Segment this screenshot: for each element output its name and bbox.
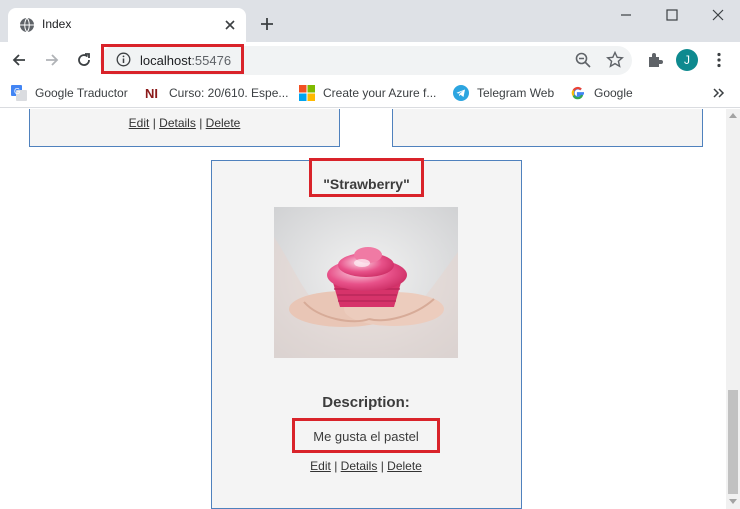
bookmark-label: Google Traductor — [35, 86, 128, 100]
avatar[interactable]: J — [676, 49, 698, 71]
bookmark-label: Create your Azure f... — [323, 86, 437, 100]
bookmark-label: Google — [594, 86, 633, 100]
extensions-icon[interactable] — [646, 51, 664, 69]
bookmark-google[interactable]: Google — [570, 85, 633, 101]
bookmark-star-icon[interactable] — [606, 51, 624, 69]
details-link[interactable]: Details — [341, 459, 378, 473]
reload-icon[interactable] — [75, 51, 93, 69]
bookmark-telegram[interactable]: Telegram Web — [453, 85, 554, 101]
new-tab-icon[interactable] — [259, 16, 275, 32]
tab-index[interactable]: Index — [8, 8, 246, 42]
link-separator: | — [334, 459, 338, 473]
description-label: Description: — [322, 394, 410, 411]
bookmark-azure[interactable]: Create your Azure f... — [299, 85, 436, 101]
ni-icon: NI — [145, 86, 158, 101]
maximize-icon[interactable] — [662, 6, 682, 24]
scrollbar-thumb[interactable] — [728, 390, 738, 494]
microsoft-icon — [299, 85, 315, 101]
details-link[interactable]: Details — [159, 116, 196, 130]
telegram-icon — [453, 85, 469, 101]
google-translate-icon: G — [11, 85, 27, 101]
bookmark-google-traductor[interactable]: G Google Traductor — [11, 85, 128, 101]
close-tab-icon[interactable] — [223, 18, 237, 32]
minimize-icon[interactable] — [616, 6, 636, 24]
url-host: localhost — [140, 53, 192, 68]
product-title: "Strawberry" — [323, 176, 410, 192]
product-card-top-right — [392, 109, 703, 147]
zoom-out-icon[interactable] — [574, 51, 592, 69]
url-text[interactable]: localhost:55476 — [140, 53, 231, 68]
edit-link[interactable]: Edit — [129, 116, 150, 130]
link-separator: | — [152, 116, 156, 130]
bookmark-label: Curso: 20/610. Espe... — [169, 86, 289, 100]
google-icon — [571, 86, 584, 100]
scroll-down-icon[interactable] — [729, 499, 737, 505]
edit-link[interactable]: Edit — [310, 459, 331, 473]
forward-icon[interactable] — [43, 51, 61, 69]
svg-text:NI: NI — [145, 86, 158, 101]
bookmark-label: Telegram Web — [477, 86, 555, 100]
close-window-icon[interactable] — [708, 6, 728, 24]
menu-icon[interactable] — [710, 51, 728, 69]
delete-link[interactable]: Delete — [206, 116, 241, 130]
info-icon[interactable] — [116, 52, 131, 67]
url-port: :55476 — [191, 53, 232, 68]
tab-title: Index — [42, 17, 72, 31]
browser-window: Index localhost:55476 J G Google Traduct… — [0, 0, 740, 509]
link-separator: | — [380, 459, 384, 473]
back-icon[interactable] — [10, 51, 28, 69]
product-links: Edit | Details | Delete — [212, 459, 520, 473]
delete-link[interactable]: Delete — [387, 459, 422, 473]
globe-icon — [20, 17, 34, 33]
scroll-up-icon[interactable] — [729, 112, 737, 118]
cupcake-image — [274, 207, 458, 358]
tab-strip: Index — [0, 0, 740, 42]
link-separator: | — [199, 116, 203, 130]
svg-text:G: G — [14, 87, 20, 96]
bookmark-curso[interactable]: NI Curso: 20/610. Espe... — [145, 85, 288, 101]
more-bookmarks-icon[interactable] — [711, 86, 725, 100]
description-text: Me gusta el pastel — [313, 429, 419, 444]
top-card-links: Edit | Details | Delete — [30, 116, 339, 130]
